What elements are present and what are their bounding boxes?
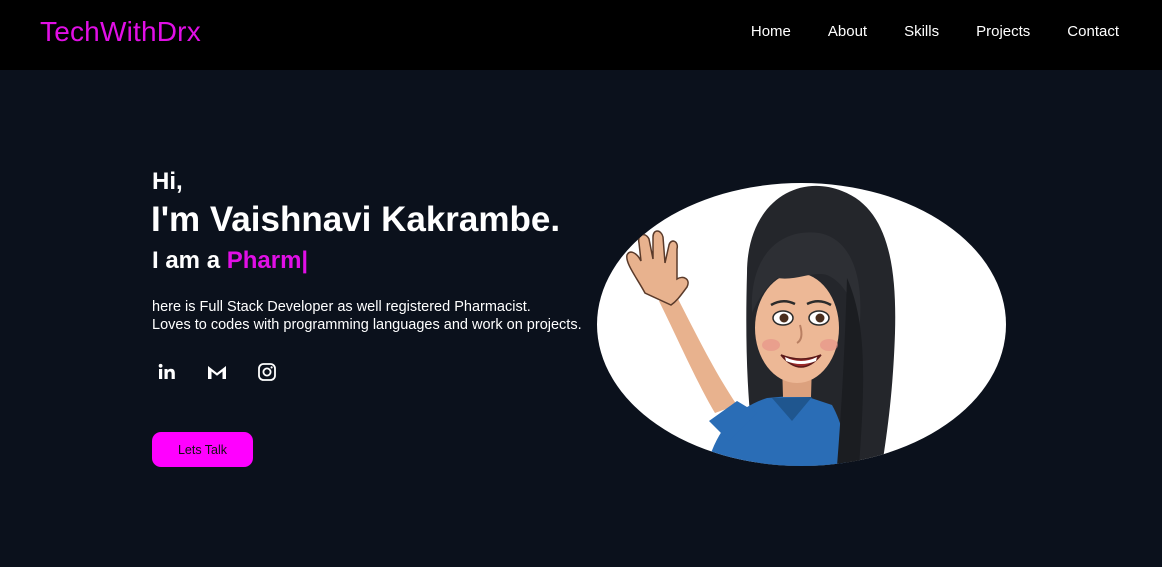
nav-link-contact[interactable]: Contact	[1067, 21, 1119, 43]
nav-menu: Home About Skills Projects Contact	[714, 21, 1119, 43]
site-logo[interactable]: TechWithDrx	[40, 14, 201, 50]
instagram-icon[interactable]	[255, 360, 279, 384]
role-prefix: I am a	[152, 247, 221, 274]
hero-greeting: Hi,	[152, 168, 183, 195]
lets-talk-button[interactable]: Lets Talk	[152, 432, 253, 467]
description-line-2: Loves to codes with programming language…	[152, 317, 582, 333]
nav-link-home[interactable]: Home	[751, 21, 791, 43]
hero-role: I am a Pharm|	[152, 246, 308, 276]
nav-link-skills[interactable]: Skills	[904, 21, 939, 43]
nav-link-projects[interactable]: Projects	[976, 21, 1030, 43]
hero-description: here is Full Stack Developer as well reg…	[152, 298, 582, 334]
avatar-illustration	[626, 185, 896, 466]
profile-avatar	[597, 183, 1006, 466]
linkedin-icon[interactable]	[155, 360, 179, 384]
nav-link-about[interactable]: About	[828, 21, 867, 43]
hero-name: I'm Vaishnavi Kakrambe.	[151, 200, 561, 239]
role-typed-word: Pharm	[226, 247, 302, 274]
social-links	[155, 360, 279, 384]
typing-cursor: |	[301, 247, 309, 274]
navbar: TechWithDrx Home About Skills Projects C…	[0, 0, 1162, 70]
description-line-1: here is Full Stack Developer as well reg…	[152, 299, 531, 315]
gmail-icon[interactable]	[205, 360, 229, 384]
